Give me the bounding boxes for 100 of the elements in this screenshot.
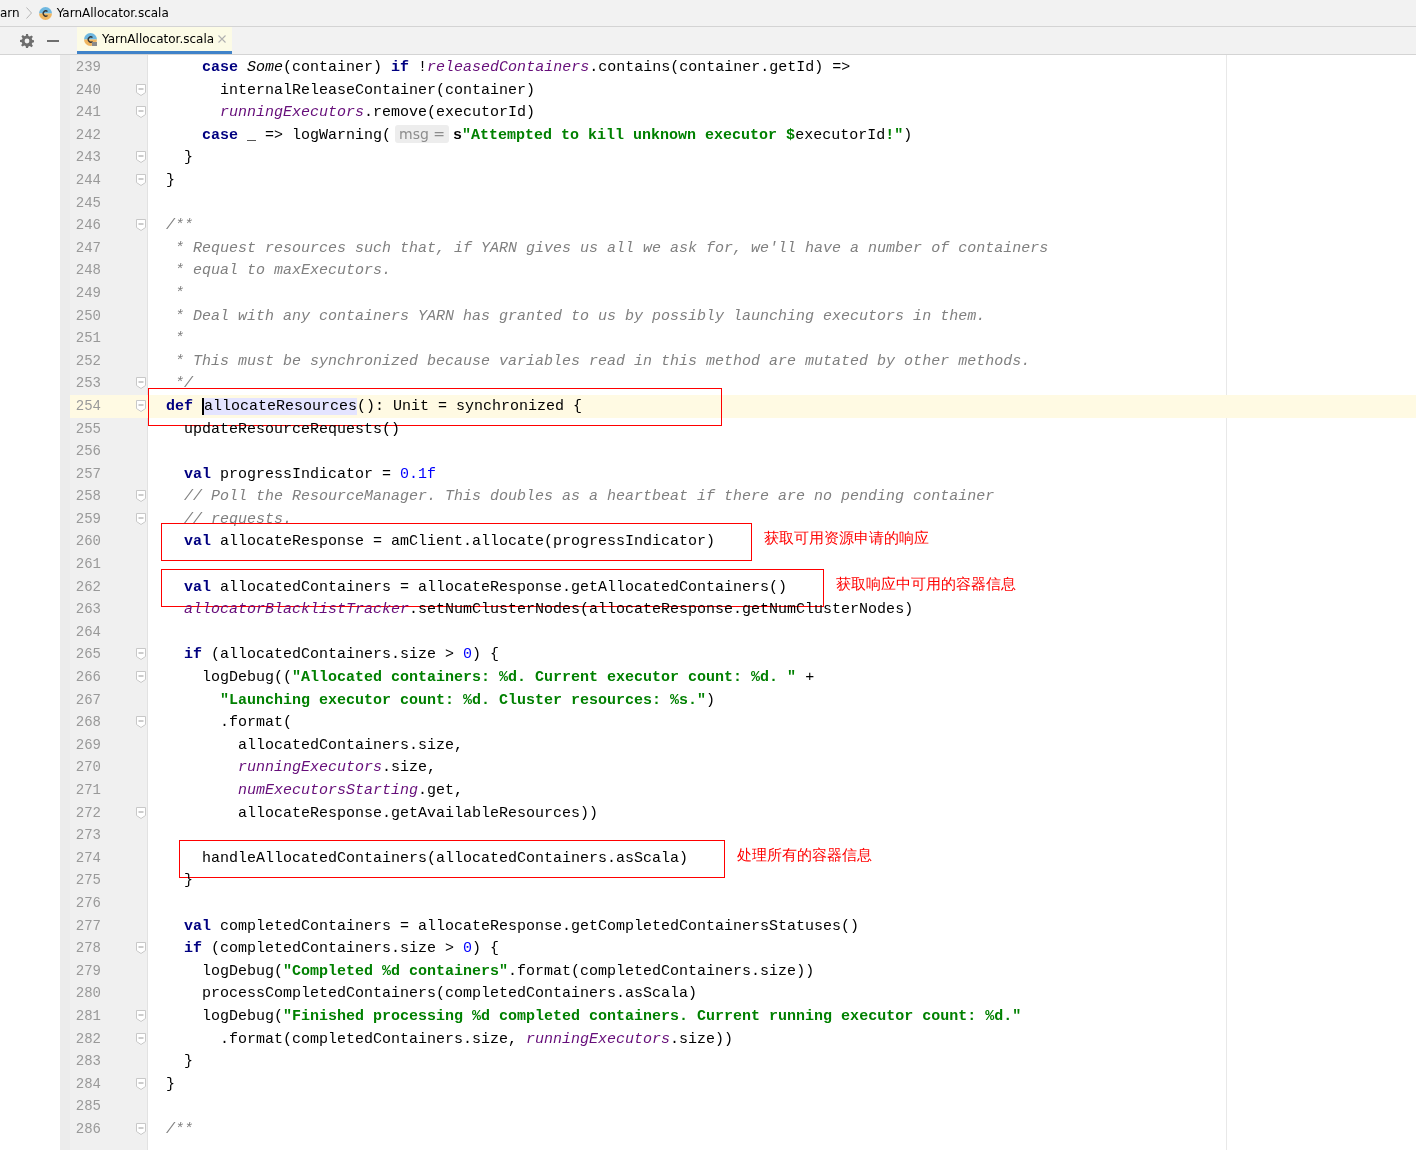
collapse-icon[interactable] [136,106,146,119]
line-number: 249 [74,283,102,303]
line-number: 244 [74,170,102,190]
line-number: 265 [74,645,102,665]
code-line: val allocateResponse = amClient.allocate(progressIndicator) [183,532,716,553]
file-tab[interactable]: YarnAllocator.scala [77,27,233,54]
collapse-icon[interactable] [136,219,146,232]
collapse-icon[interactable] [136,399,146,412]
code-line: allocatedContainers.size, [237,735,464,756]
code-comment: // Poll the ResourceManager. This doubles as a heartbeat if there are no pending container [183,487,995,508]
line-number: 263 [74,600,102,620]
annotation-note: 获取可用资源申请的响应 [764,528,929,550]
chevron-icon [25,7,32,19]
code-line: numExecutorsStarting.get, [237,781,464,801]
line-number: 283 [74,1052,102,1072]
collapse-icon[interactable] [136,1009,146,1022]
code-line: updateResourceRequests() [183,419,401,440]
line-number: 248 [74,261,102,281]
line-number: 277 [74,916,102,936]
code-line: runningExecutors.size, [237,758,437,779]
line-number: 274 [74,848,102,868]
code-line: } [165,170,175,191]
code-line: } [183,1052,193,1073]
code-line: internalReleaseContainer(container) [219,80,536,101]
tab-label: YarnAllocator.scala [102,31,215,48]
line-number: 269 [74,735,102,755]
collapse-icon[interactable] [136,648,146,661]
line-number: 251 [74,329,102,349]
line-number: 273 [74,826,102,846]
code-line: val progressIndicator = 0.1f [183,464,437,485]
breadcrumb-item[interactable]: arn [0,4,20,22]
line-number: 258 [74,487,102,507]
line-number: 247 [74,238,102,258]
collapse-icon[interactable] [136,942,146,955]
collapse-icon[interactable] [136,151,146,164]
code-line: case Some(container) if !releasedContainers.contains(container.getId) => [201,58,851,78]
code-line: case _ => logWarning( msg = s"Attempted to kill unknown executor $executorId!") [201,123,913,146]
code-comment: * equal to maxExecutors. [174,261,392,282]
line-number: 245 [74,193,102,213]
code-line: logDebug(("Allocated containers: %d. Current executor count: %d. " + [201,668,815,689]
line-number: 282 [74,1029,102,1049]
collapse-icon[interactable] [136,83,146,96]
code-line: def allocateResources(): Unit = synchronized { [165,396,583,417]
collapse-icon[interactable] [136,173,146,186]
line-number: 272 [74,803,102,823]
code-line: logDebug("Completed %d containers".format(completedContainers.size)) [201,961,815,982]
line-number: 252 [74,351,102,371]
collapse-icon[interactable] [136,671,146,684]
line-number: 284 [74,1074,102,1094]
line-number: 262 [74,577,102,597]
code-line: logDebug("Finished processing %d completed containers. Current running executor count: %d." [201,1006,1022,1027]
code-comment: /** [165,216,193,237]
line-number: 280 [74,984,102,1004]
line-number: 264 [74,622,102,642]
code-line: allocateResponse.getAvailableResources)) [237,803,599,824]
line-number: 250 [74,306,102,326]
line-number: 268 [74,713,102,733]
collapse-icon[interactable] [136,1077,146,1090]
code-line: } [183,148,193,169]
code-line: runningExecutors.remove(executorId) [219,103,536,124]
code-line: .format(completedContainers.size, runningExecutors.size)) [219,1029,734,1050]
code-line: val allocatedContainers = allocateResponse.getAllocatedContainers() [183,577,788,598]
line-number: 266 [74,668,102,688]
code-line: if (completedContainers.size > 0) { [183,939,500,960]
collapse-icon[interactable] [136,512,146,525]
line-number: 285 [74,1097,102,1117]
collapse-icon[interactable] [136,1032,146,1045]
code-comment: * This must be synchronized because variables read in this method are mutated by other methods. [174,351,1031,372]
line-number: 276 [74,893,102,913]
code-comment: * [174,283,184,304]
line-number: 275 [74,871,102,891]
file-icon [37,5,53,21]
line-number: 261 [74,555,102,575]
breadcrumb-item[interactable]: YarnAllocator.scala [56,4,169,22]
line-number: 240 [74,80,102,100]
code-line: } [165,1074,175,1095]
line-number: 267 [74,690,102,710]
line-number: 242 [74,125,102,145]
line-number: 260 [74,532,102,552]
collapse-icon[interactable] [136,806,146,819]
code-comment: /** [165,1119,193,1140]
annotation-note: 处理所有的容器信息 [737,844,872,866]
close-icon[interactable] [218,35,227,43]
collapse-icon[interactable] [136,716,146,729]
code-line: val completedContainers = allocateResponse.getCompletedContainersStatuses() [183,916,860,937]
collapse-icon[interactable] [136,490,146,503]
collapse-icon[interactable] [136,377,146,390]
code-line: "Launching executor count: %d. Cluster resources: %s.") [219,690,716,711]
collapse-icon[interactable] [136,1122,146,1135]
line-number: 246 [74,216,102,236]
code-comment: * Deal with any containers YARN has granted to us by possibly launching executors in them. [174,306,986,327]
code-comment: * Request resources such that, if YARN gives us all we ask for, we'll have a number of containers [174,238,1049,259]
code-comment: */ [174,374,193,395]
code-line: .format( [219,713,293,734]
line-number: 286 [74,1119,102,1139]
line-number: 279 [74,961,102,981]
line-number: 239 [74,58,102,77]
annotation-note: 获取响应中可用的容器信息 [836,573,1016,595]
line-number: 278 [74,939,102,959]
line-number: 254 [74,396,102,416]
